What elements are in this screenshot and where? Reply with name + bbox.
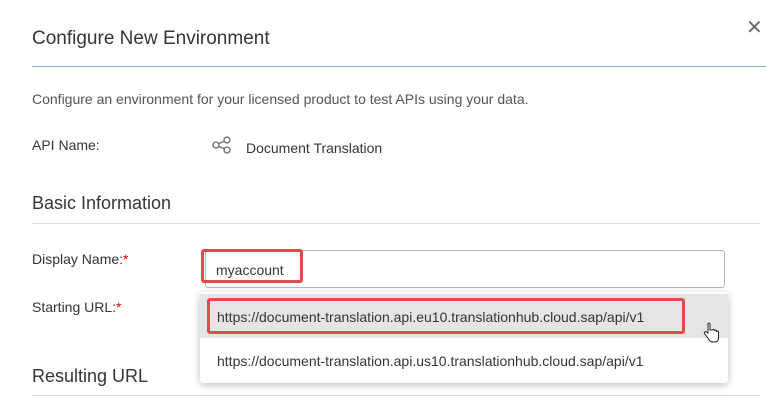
option-text: https://document-translation.api.us10.tr… <box>217 353 644 369</box>
required-marker: * <box>116 299 122 315</box>
resulting-url-divider <box>32 395 760 396</box>
display-name-label-text: Display Name: <box>32 251 124 267</box>
starting-url-label: Starting URL:* <box>32 299 122 315</box>
basic-information-divider <box>32 223 760 224</box>
dialog-title: Configure New Environment <box>32 28 270 49</box>
display-name-label: Display Name:* <box>32 251 128 267</box>
display-name-highlight <box>201 249 303 283</box>
api-name-label: API Name: <box>32 137 100 153</box>
share-icon <box>212 136 231 154</box>
starting-url-highlight <box>207 298 685 334</box>
resulting-url-heading: Resulting URL <box>32 366 149 386</box>
api-name-value: Document Translation <box>246 140 383 156</box>
starting-url-option-us10[interactable]: https://document-translation.api.us10.tr… <box>200 338 728 382</box>
basic-information-heading: Basic Information <box>32 193 172 213</box>
configure-environment-dialog: Configure New Environment ✕ Configure an… <box>0 0 766 398</box>
hand-cursor-icon <box>703 322 719 343</box>
dialog-description: Configure an environment for your licens… <box>32 91 529 107</box>
close-icon[interactable]: ✕ <box>746 18 763 38</box>
title-divider <box>32 66 766 67</box>
required-marker: * <box>123 251 129 267</box>
starting-url-label-text: Starting URL: <box>32 299 117 315</box>
